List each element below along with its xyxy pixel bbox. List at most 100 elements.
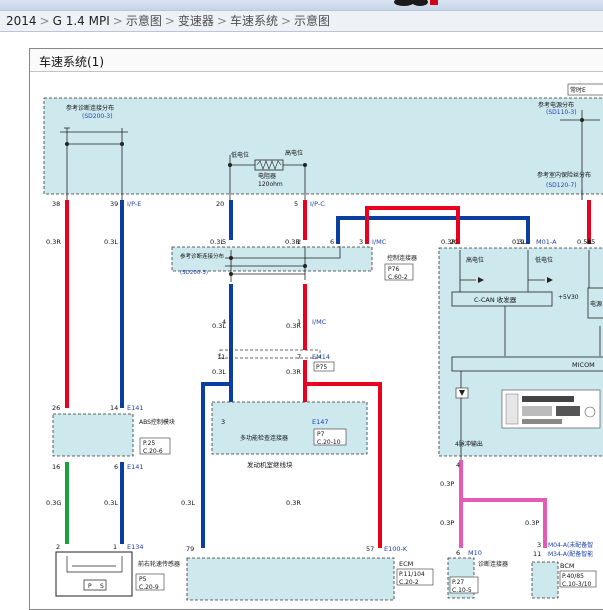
em14-page[interactable]: P75 bbox=[316, 364, 327, 371]
pin-39: 39 bbox=[110, 200, 118, 208]
bcm-conn-1[interactable]: M04-A(未配备智 bbox=[548, 541, 593, 549]
v5-label: +5V30 bbox=[558, 294, 579, 301]
ref-right-code[interactable]: (SD110-3) bbox=[546, 109, 577, 116]
abs-pin-6: 6 bbox=[114, 463, 118, 471]
sensor-conn[interactable]: E134 bbox=[127, 543, 144, 551]
ref-right2-label: 参考室内保险丝分布 bbox=[537, 171, 591, 179]
bcm-box bbox=[531, 561, 559, 599]
pin-38: 38 bbox=[52, 200, 60, 208]
cluster-pin-20: 20 bbox=[450, 238, 458, 246]
e147-box bbox=[211, 401, 368, 455]
bcm-cell[interactable]: C.10-3/10 bbox=[562, 581, 592, 588]
power-distribution-box bbox=[43, 97, 603, 195]
abs-conn[interactable]: E141 bbox=[127, 404, 144, 412]
sensor-p: P bbox=[88, 583, 92, 590]
mid-pin-6: 6 bbox=[330, 238, 334, 246]
bcm-label: BCM bbox=[560, 562, 575, 570]
junction-conn-imc[interactable]: I/MC bbox=[312, 318, 327, 326]
harness-label: 发动机室继线块 bbox=[247, 460, 293, 469]
cluster-out-label: 4脉冲输出 bbox=[455, 440, 483, 448]
abs-pin-14: 14 bbox=[110, 404, 118, 412]
resistor-label: 电阻器 bbox=[258, 172, 276, 180]
resistor-value: 120ohm bbox=[258, 181, 283, 188]
ref-left-label: 参考诊断连接分布 bbox=[66, 104, 114, 112]
spec-w38: 0.3R bbox=[46, 238, 61, 246]
ref-right-label: 参考电源分布 bbox=[538, 101, 574, 109]
abs-label: ABS控制模块 bbox=[139, 418, 175, 426]
micom-label: MICOM bbox=[572, 361, 595, 369]
e147-cell[interactable]: C.20-10 bbox=[317, 439, 341, 446]
power-label: 电源 bbox=[590, 300, 602, 308]
diag-page[interactable]: P.27 bbox=[452, 579, 464, 586]
diode-icon bbox=[455, 387, 469, 399]
diag-conn-code[interactable]: M10 bbox=[468, 549, 482, 557]
bcm-pin-11: 11 bbox=[533, 550, 541, 558]
ecm-conn[interactable]: E100-K bbox=[384, 545, 408, 553]
spec-w16: 0.3G bbox=[46, 499, 61, 507]
ref-left-code[interactable]: (SD200-3) bbox=[82, 113, 113, 120]
mid-connector-label: 控制连接器 bbox=[387, 254, 417, 262]
e147-label: 多功能检查连接器 bbox=[240, 434, 288, 442]
abs-page[interactable]: P.25 bbox=[143, 440, 155, 447]
high-pos-label: 高电位 bbox=[285, 149, 303, 157]
ecm-box bbox=[186, 557, 395, 601]
ecm-pin-79: 79 bbox=[186, 545, 194, 553]
sensor-pin-1: 1 bbox=[113, 543, 117, 551]
ecm-page[interactable]: P.11/104 bbox=[399, 571, 425, 578]
diag-cell[interactable]: C.10-5 bbox=[452, 587, 472, 594]
abs-module-box bbox=[52, 413, 134, 457]
pin-20-top: 20 bbox=[216, 200, 224, 208]
conn-ip-c[interactable]: I/P-C bbox=[310, 200, 325, 208]
e147-page[interactable]: P7 bbox=[317, 431, 325, 438]
sensor-page[interactable]: P5 bbox=[139, 576, 147, 583]
mid-page[interactable]: P76 bbox=[388, 266, 399, 273]
abs-pin-16: 16 bbox=[52, 463, 60, 471]
sensor-pin-2: 2 bbox=[56, 543, 60, 551]
ref-right2-code[interactable]: (SD120-7) bbox=[546, 182, 577, 189]
pin-5-top: 5 bbox=[294, 200, 298, 208]
abs-pin-26: 26 bbox=[52, 404, 60, 412]
spec-w-ecm-l: 0.3L bbox=[181, 499, 195, 507]
ecm-cell[interactable]: C.20-2 bbox=[399, 579, 419, 586]
ecm-label: ECM bbox=[399, 560, 413, 568]
e147-conn[interactable]: E147 bbox=[312, 418, 329, 426]
em14-conn[interactable]: EM14 bbox=[312, 353, 330, 361]
spec-w11: 0.3L bbox=[212, 368, 226, 376]
mid-pin-5: 5 bbox=[222, 238, 226, 246]
bcm-conn-2[interactable]: M34-A(配备智能 bbox=[548, 550, 593, 558]
e147-pin-3: 3 bbox=[221, 418, 225, 426]
ecm-pin-57: 57 bbox=[366, 545, 374, 553]
bcm-page[interactable]: P.40/85 bbox=[562, 573, 584, 580]
sensor-box bbox=[55, 551, 133, 597]
sensor-cell[interactable]: C.20-9 bbox=[139, 584, 159, 591]
em14-dash bbox=[219, 349, 321, 359]
mid-ref-label: 参考诊断连接分布 bbox=[180, 252, 225, 260]
mid-conn-imc[interactable]: I/MC bbox=[372, 238, 387, 246]
mid-pin-2: 2 bbox=[297, 238, 301, 246]
abs-cell[interactable]: C.20-6 bbox=[143, 448, 163, 455]
conn-ip-e[interactable]: I/P-E bbox=[127, 200, 141, 208]
em14-pin-11: 11 bbox=[217, 353, 225, 361]
spec-w-p1: 0.3P bbox=[440, 480, 454, 488]
wiring-diagram: 常时E 参考诊断连接分布 (SD200-3) 参考电源分布 (SD110-3) … bbox=[43, 83, 603, 601]
abs-conn2[interactable]: E141 bbox=[127, 463, 144, 471]
cluster-high: 高电位 bbox=[466, 256, 484, 264]
cluster-conn[interactable]: M01-A bbox=[536, 238, 557, 246]
low-pos-label: 低电位 bbox=[231, 151, 249, 159]
spec-w39: 0.3L bbox=[104, 238, 118, 246]
sensor-s: S bbox=[100, 583, 104, 590]
spec-w6: 0.3L bbox=[104, 499, 118, 507]
spec-w-p3: 0.3P bbox=[525, 519, 539, 527]
em14-pin-7: 7 bbox=[297, 353, 301, 361]
bcm-pin-3: 3 bbox=[537, 541, 541, 549]
sensor-label: 前右轮速传感器 bbox=[138, 560, 180, 568]
mid-cell[interactable]: C.60-2 bbox=[388, 274, 408, 281]
corner-tag: 常时E bbox=[570, 86, 586, 94]
spec-w-ecm-r: 0.3R bbox=[286, 499, 301, 507]
spec-w7: 0.3R bbox=[286, 368, 301, 376]
mid-pin-3: 3 bbox=[359, 238, 363, 246]
junction-pin-4: 4 bbox=[222, 318, 226, 326]
cluster-low: 低电位 bbox=[535, 256, 553, 264]
mid-ref-code[interactable]: (SD200-3) bbox=[180, 270, 208, 276]
diag-conn-label: 诊断连接器 bbox=[478, 560, 508, 568]
